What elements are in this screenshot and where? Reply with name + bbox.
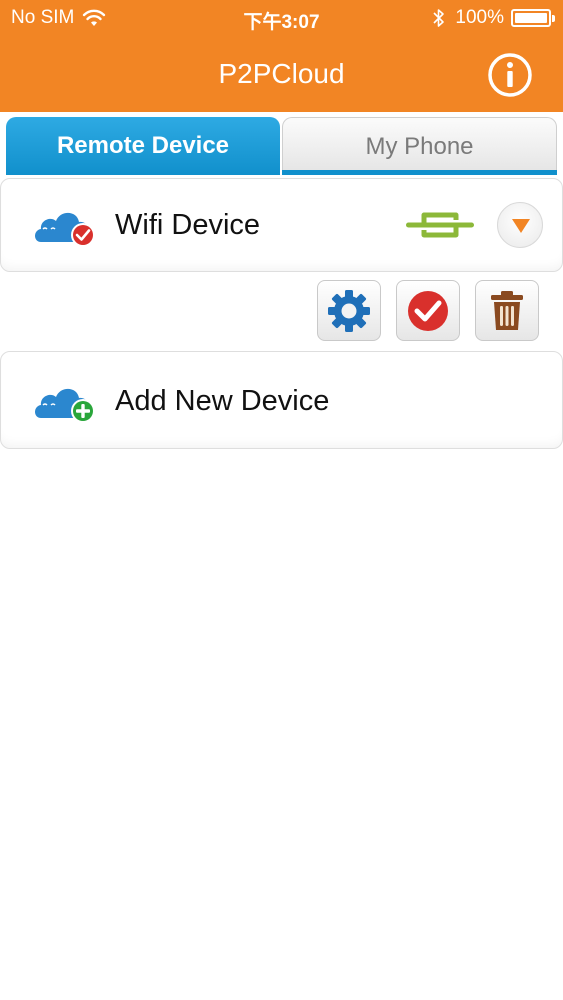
device-name: Wifi Device <box>115 209 261 241</box>
tab-underline <box>282 170 557 175</box>
settings-button[interactable] <box>317 280 381 341</box>
nav-bar: P2PCloud <box>0 36 563 112</box>
cloud-add-icon <box>35 388 95 423</box>
chevron-down-icon <box>512 219 530 233</box>
delete-button[interactable] <box>475 280 539 341</box>
tab-my-phone[interactable]: My Phone <box>282 117 557 175</box>
bluetooth-icon <box>433 9 445 27</box>
page-title: P2PCloud <box>218 58 345 89</box>
select-button[interactable] <box>396 280 460 341</box>
battery-icon <box>511 9 555 27</box>
status-right: 100% <box>433 7 555 29</box>
link-icon <box>406 212 474 238</box>
tab-bar: Remote Device My Phone <box>6 117 557 175</box>
tab-remote-device[interactable]: Remote Device <box>6 117 280 175</box>
status-bar: No SIM 下午3:07 100% <box>0 0 563 36</box>
cloud-check-icon <box>35 212 95 247</box>
expand-button[interactable] <box>497 202 543 248</box>
device-row[interactable]: Wifi Device <box>0 178 563 272</box>
check-icon <box>408 290 448 331</box>
info-icon[interactable] <box>487 52 533 98</box>
add-device-row[interactable]: Add New Device <box>0 351 563 449</box>
gear-icon <box>328 289 370 332</box>
trash-icon <box>491 290 523 330</box>
add-device-label: Add New Device <box>115 385 330 417</box>
battery-percent: 100% <box>455 7 504 28</box>
